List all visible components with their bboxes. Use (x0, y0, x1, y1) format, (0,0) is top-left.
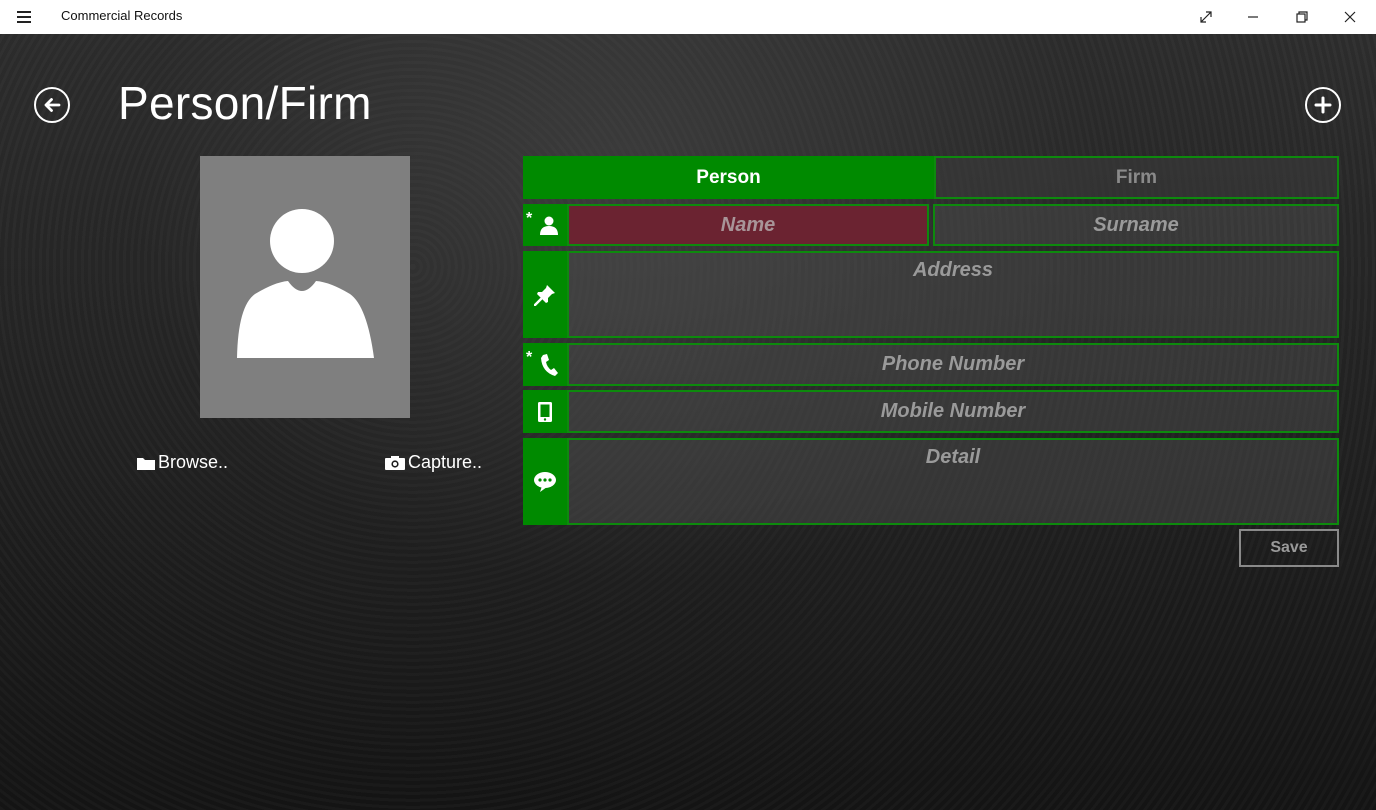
minimize-icon (1248, 16, 1258, 18)
user-silhouette-icon (237, 209, 374, 358)
page-title: Person/Firm (118, 77, 372, 129)
window-titlebar: Commercial Records (0, 0, 1376, 34)
plus-icon (1314, 96, 1332, 114)
speech-bubble-icon (534, 471, 556, 492)
address-input[interactable]: Address (567, 251, 1339, 338)
app-title: Commercial Records (61, 8, 183, 23)
detail-input[interactable]: Detail (567, 438, 1339, 525)
mobile-number-input[interactable]: Mobile Number (567, 390, 1339, 433)
capture-label: Capture.. (408, 452, 483, 472)
hamburger-menu-icon[interactable] (17, 11, 31, 23)
phone-number-input[interactable]: Phone Number (567, 343, 1339, 386)
tab-person[interactable]: Person (523, 156, 934, 199)
phone-row-icon: * (523, 343, 567, 386)
phone-icon (541, 353, 558, 376)
back-button[interactable] (34, 87, 70, 123)
browse-button[interactable]: Browse.. (137, 452, 228, 473)
folder-icon (137, 457, 155, 470)
pushpin-icon (534, 284, 555, 306)
mobile-phone-icon (538, 401, 552, 422)
mobile-row-icon (523, 390, 567, 433)
detail-row-icon (523, 438, 567, 525)
tab-firm[interactable]: Firm (934, 156, 1339, 199)
capture-button[interactable]: Capture.. (385, 452, 482, 473)
save-button[interactable]: Save (1239, 529, 1339, 567)
address-row-icon (523, 251, 567, 338)
restore-icon (1296, 11, 1308, 23)
name-row-icon: * (523, 204, 567, 246)
required-marker: * (526, 349, 533, 366)
restore-button[interactable] (1279, 0, 1325, 34)
minimize-button[interactable] (1230, 0, 1276, 34)
close-icon (1344, 11, 1356, 23)
expand-button[interactable] (1183, 0, 1229, 34)
browse-label: Browse.. (158, 452, 229, 472)
camera-icon (385, 455, 405, 470)
arrow-left-icon (44, 98, 61, 112)
surname-input[interactable]: Surname (933, 204, 1339, 246)
add-button[interactable] (1305, 87, 1341, 123)
required-marker: * (526, 210, 533, 227)
expand-icon (1200, 11, 1212, 23)
page-content: Person/Firm Browse.. Capture.. Person Fi… (0, 34, 1376, 810)
person-icon (540, 216, 558, 235)
name-input[interactable]: Name (567, 204, 929, 246)
profile-photo (200, 156, 410, 418)
close-button[interactable] (1327, 0, 1373, 34)
